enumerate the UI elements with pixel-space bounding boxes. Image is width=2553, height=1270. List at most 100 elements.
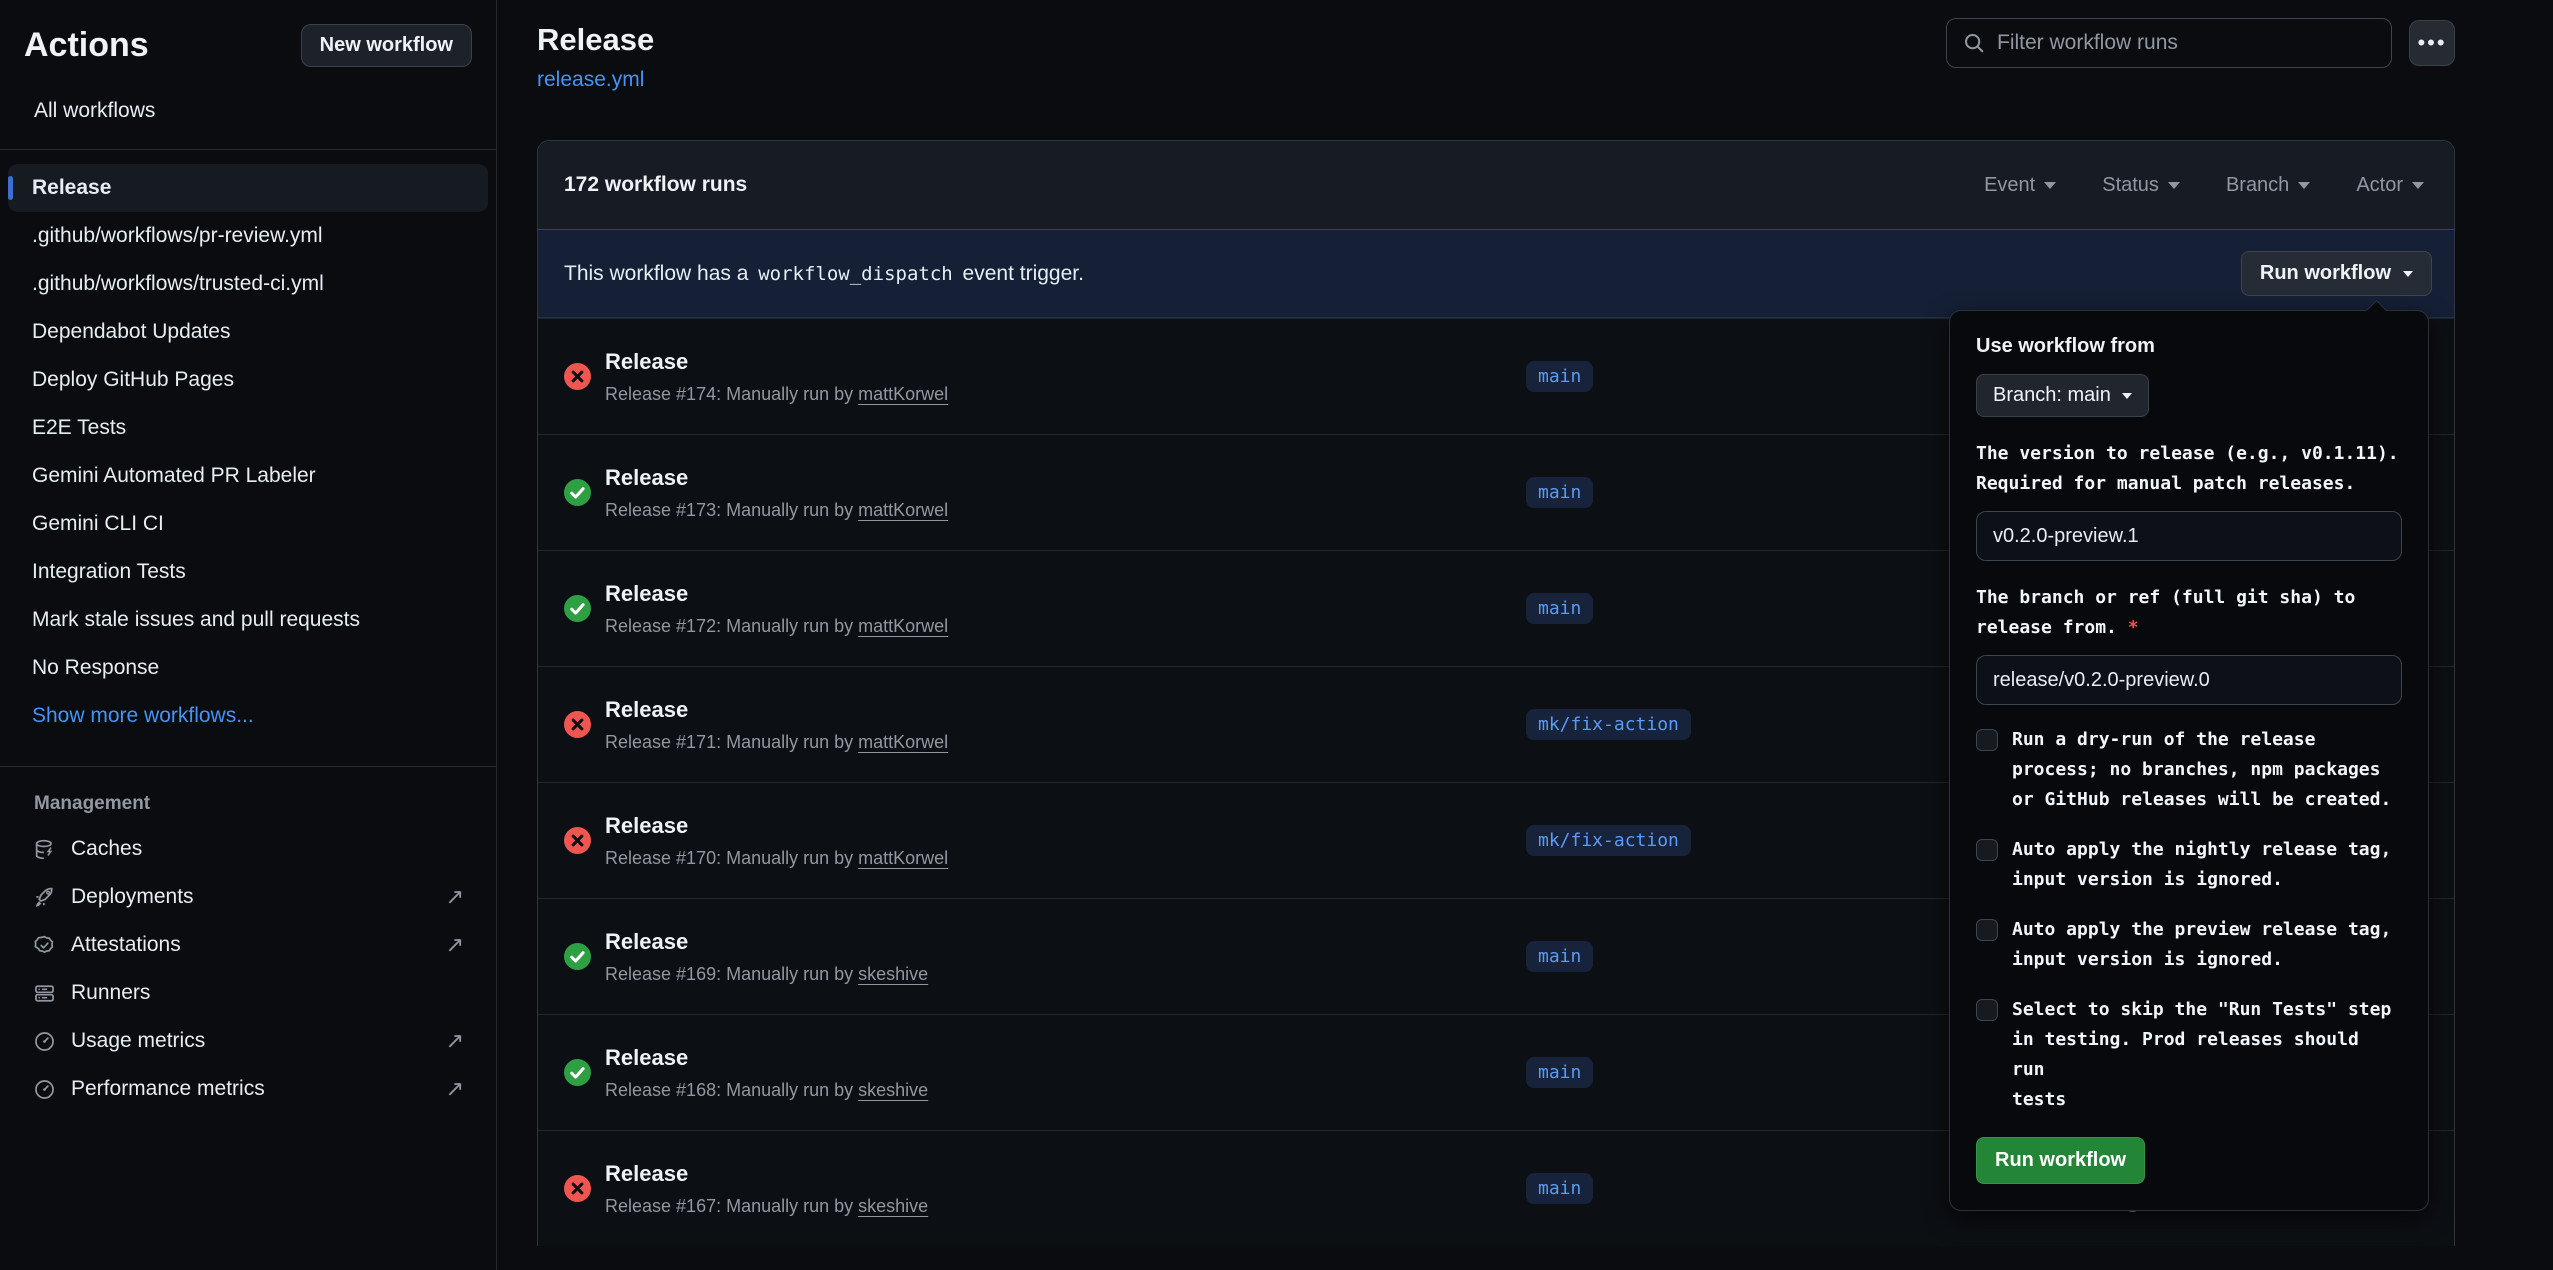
nightly-tag-option: Auto apply the nightly release tag, inpu… bbox=[1976, 835, 2402, 895]
management-list: Caches Deployments ↗ Attestations ↗ bbox=[8, 825, 488, 1113]
workflow-dispatch-banner: This workflow has a workflow_dispatch ev… bbox=[538, 229, 2454, 318]
code-workflow-dispatch: workflow_dispatch bbox=[754, 263, 956, 285]
sidebar-item-performance-metrics[interactable]: Performance metrics ↗ bbox=[8, 1065, 488, 1113]
run-title-link[interactable]: Release bbox=[605, 1161, 928, 1187]
rocket-icon bbox=[32, 885, 56, 909]
new-workflow-button[interactable]: New workflow bbox=[301, 24, 472, 67]
sidebar-item-dependabot-updates[interactable]: Dependabot Updates bbox=[8, 308, 488, 356]
check-circle-icon bbox=[564, 1059, 591, 1086]
show-more-workflows-link[interactable]: Show more workflows... bbox=[8, 692, 488, 740]
sidebar-item-all-workflows[interactable]: All workflows bbox=[24, 99, 472, 123]
run-title-link[interactable]: Release bbox=[605, 581, 948, 607]
external-link-icon: ↗ bbox=[446, 932, 464, 958]
actor-link[interactable]: mattKorwel bbox=[858, 384, 948, 404]
run-description: Release #171: Manually run by mattKorwel bbox=[605, 732, 948, 753]
sidebar-item-usage-metrics[interactable]: Usage metrics ↗ bbox=[8, 1017, 488, 1065]
actor-link[interactable]: skeshive bbox=[858, 1080, 928, 1100]
run-workflow-submit-button[interactable]: Run workflow bbox=[1976, 1137, 2145, 1184]
caret-down-icon bbox=[2298, 182, 2310, 189]
run-workflow-panel: Use workflow from Branch: main The versi… bbox=[1949, 310, 2429, 1211]
workflow-file-link[interactable]: release.yml bbox=[537, 68, 644, 92]
branch-badge[interactable]: main bbox=[1526, 361, 1593, 392]
check-circle-icon bbox=[564, 943, 591, 970]
sidebar-item-release[interactable]: Release bbox=[8, 164, 488, 212]
x-circle-icon bbox=[564, 827, 591, 854]
workflow-title: Release bbox=[537, 22, 654, 58]
version-field-label: The version to release (e.g., v0.1.11). … bbox=[1976, 439, 2402, 499]
banner-text: This workflow has a workflow_dispatch ev… bbox=[564, 262, 1084, 286]
sidebar-item-no-response[interactable]: No Response bbox=[8, 644, 488, 692]
sidebar-item-deployments[interactable]: Deployments ↗ bbox=[8, 873, 488, 921]
nightly-tag-checkbox[interactable] bbox=[1976, 839, 1998, 861]
skip-tests-checkbox[interactable] bbox=[1976, 999, 1998, 1021]
run-title-link[interactable]: Release bbox=[605, 349, 948, 375]
caret-down-icon bbox=[2122, 393, 2132, 399]
page-title: Actions bbox=[24, 26, 149, 65]
x-circle-icon bbox=[564, 711, 591, 738]
caret-down-icon bbox=[2403, 271, 2413, 277]
run-description: Release #168: Manually run by skeshive bbox=[605, 1080, 928, 1101]
version-input[interactable] bbox=[1976, 511, 2402, 561]
runs-filters: Event Status Branch Actor bbox=[1984, 174, 2428, 197]
sidebar-item-mark-stale[interactable]: Mark stale issues and pull requests bbox=[8, 596, 488, 644]
dry-run-checkbox[interactable] bbox=[1976, 729, 1998, 751]
run-title-link[interactable]: Release bbox=[605, 465, 948, 491]
sidebar-item-gemini-cli-ci[interactable]: Gemini CLI CI bbox=[8, 500, 488, 548]
filter-workflow-runs-input[interactable] bbox=[1997, 31, 2375, 55]
check-circle-icon bbox=[564, 479, 591, 506]
use-workflow-from-label: Use workflow from bbox=[1976, 335, 2402, 358]
actor-link[interactable]: mattKorwel bbox=[858, 616, 948, 636]
sidebar-item-caches[interactable]: Caches bbox=[8, 825, 488, 873]
runs-header: 172 workflow runs Event Status Branch Ac… bbox=[538, 141, 2454, 229]
run-title-link[interactable]: Release bbox=[605, 929, 928, 955]
sidebar-item-integration-tests[interactable]: Integration Tests bbox=[8, 548, 488, 596]
actor-link[interactable]: mattKorwel bbox=[858, 500, 948, 520]
page-kebab-button[interactable]: ••• bbox=[2409, 20, 2455, 66]
filter-actor[interactable]: Actor bbox=[2356, 174, 2424, 197]
actions-page: Actions New workflow All workflows Relea… bbox=[0, 0, 2553, 1270]
branch-badge[interactable]: main bbox=[1526, 941, 1593, 972]
runs-count: 172 workflow runs bbox=[564, 173, 747, 197]
branch-badge[interactable]: main bbox=[1526, 1057, 1593, 1088]
sidebar-item-e2e-tests[interactable]: E2E Tests bbox=[8, 404, 488, 452]
run-description: Release #174: Manually run by mattKorwel bbox=[605, 384, 948, 405]
preview-tag-checkbox[interactable] bbox=[1976, 919, 1998, 941]
actor-link[interactable]: skeshive bbox=[858, 1196, 928, 1216]
filter-branch[interactable]: Branch bbox=[2226, 174, 2310, 197]
run-description: Release #170: Manually run by mattKorwel bbox=[605, 848, 948, 869]
sidebar-item-runners[interactable]: Runners bbox=[8, 969, 488, 1017]
run-description: Release #172: Manually run by mattKorwel bbox=[605, 616, 948, 637]
branch-badge[interactable]: mk/fix-action bbox=[1526, 825, 1691, 856]
branch-selector-button[interactable]: Branch: main bbox=[1976, 374, 2149, 417]
sidebar-item-pr-review[interactable]: .github/workflows/pr-review.yml bbox=[8, 212, 488, 260]
branch-badge[interactable]: main bbox=[1526, 477, 1593, 508]
actor-link[interactable]: mattKorwel bbox=[858, 732, 948, 752]
sidebar-item-gemini-pr-labeler[interactable]: Gemini Automated PR Labeler bbox=[8, 452, 488, 500]
run-title-link[interactable]: Release bbox=[605, 697, 948, 723]
filter-status[interactable]: Status bbox=[2102, 174, 2180, 197]
filter-workflow-runs-box bbox=[1946, 18, 2392, 68]
branch-badge[interactable]: main bbox=[1526, 1173, 1593, 1204]
verified-icon bbox=[32, 933, 56, 957]
sidebar-item-trusted-ci[interactable]: .github/workflows/trusted-ci.yml bbox=[8, 260, 488, 308]
ref-input[interactable] bbox=[1976, 655, 2402, 705]
ref-field-label: The branch or ref (full git sha) torelea… bbox=[1976, 583, 2402, 643]
run-description: Release #173: Manually run by mattKorwel bbox=[605, 500, 948, 521]
run-title-link[interactable]: Release bbox=[605, 1045, 928, 1071]
filter-event[interactable]: Event bbox=[1984, 174, 2056, 197]
caret-down-icon bbox=[2044, 182, 2056, 189]
sidebar-item-attestations[interactable]: Attestations ↗ bbox=[8, 921, 488, 969]
branch-badge[interactable]: main bbox=[1526, 593, 1593, 624]
x-circle-icon bbox=[564, 363, 591, 390]
run-workflow-dropdown-button[interactable]: Run workflow bbox=[2241, 251, 2432, 296]
actor-link[interactable]: skeshive bbox=[858, 964, 928, 984]
run-title-link[interactable]: Release bbox=[605, 813, 948, 839]
branch-badge[interactable]: mk/fix-action bbox=[1526, 709, 1691, 740]
preview-tag-option: Auto apply the preview release tag, inpu… bbox=[1976, 915, 2402, 975]
actor-link[interactable]: mattKorwel bbox=[858, 848, 948, 868]
meter-icon bbox=[32, 1077, 56, 1101]
run-description: Release #169: Manually run by skeshive bbox=[605, 964, 928, 985]
sidebar-item-deploy-github-pages[interactable]: Deploy GitHub Pages bbox=[8, 356, 488, 404]
server-icon bbox=[32, 981, 56, 1005]
search-icon bbox=[1963, 32, 1985, 54]
